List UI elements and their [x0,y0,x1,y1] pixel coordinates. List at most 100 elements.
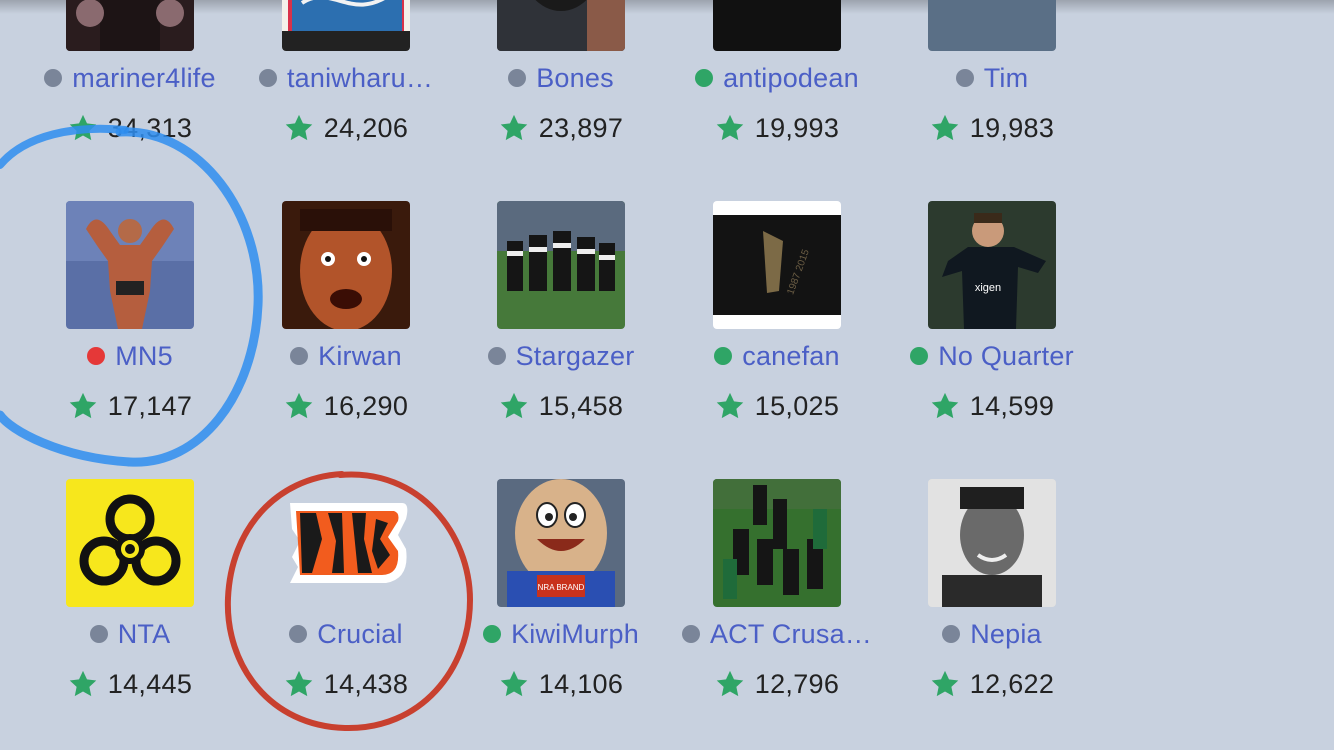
status-busy-dot [87,347,106,365]
star-icon [69,392,97,419]
username-link[interactable]: No Quarter [938,341,1074,372]
username-link[interactable]: MN5 [115,341,173,372]
user-card: Nepia 12,622 [884,479,1100,737]
user-name-row: taniwharu… [238,61,454,95]
status-offline-dot [89,625,108,643]
reputation-value: 14,438 [323,668,409,699]
user-name-row: Stargazer [453,339,669,373]
user-name-row: No Quarter [884,339,1100,373]
username-link[interactable]: ACT Crusa… [710,619,872,650]
reputation-value: 15,458 [538,390,624,421]
user-avatar[interactable] [66,201,194,329]
username-link[interactable]: mariner4life [72,63,215,94]
users-grid: mariner4life 34,313 taniwharu… 24,206 Bo… [0,0,1334,750]
user-card: Tim 19,983 [884,0,1100,181]
username-link[interactable]: Kirwan [318,341,402,372]
username-link[interactable]: Bones [536,63,614,94]
status-online-dot [483,625,502,643]
reputation-value: 12,622 [969,668,1055,699]
username-link[interactable]: antipodean [723,63,859,94]
user-avatar[interactable] [928,479,1056,607]
reputation-row: 23,897 [453,111,669,145]
reputation-value: 12,796 [754,668,840,699]
reputation-row: 12,796 [669,667,885,701]
user-card: xigen No Quarter 14,599 [884,201,1100,459]
egg-mascot-avatar: NRA BRAND [497,479,625,607]
star-icon [500,114,528,141]
screaming-face-avatar [282,201,410,329]
status-offline-dot [508,69,527,87]
user-avatar[interactable] [497,201,625,329]
reputation-row: 15,025 [669,389,885,423]
reputation-row: 19,983 [884,111,1100,145]
user-avatar[interactable] [282,201,410,329]
rugby-team-avatar [497,201,625,329]
user-avatar[interactable]: NRA BRAND [497,479,625,607]
user-name-row: Kirwan [238,339,454,373]
username-link[interactable]: Tim [984,63,1029,94]
star-icon [931,114,959,141]
username-link[interactable]: KiwiMurph [511,619,639,650]
username-link[interactable]: taniwharu… [287,63,433,94]
vintage-portrait-avatar [928,479,1056,607]
reputation-value: 14,445 [107,668,193,699]
reputation-row: 24,206 [238,111,454,145]
user-avatar[interactable] [282,0,410,51]
user-avatar[interactable]: xigen [928,201,1056,329]
reputation-row: 34,313 [22,111,238,145]
user-avatar[interactable] [713,479,841,607]
username-link[interactable]: Nepia [970,619,1042,650]
user-avatar[interactable] [282,479,410,607]
reputation-value: 15,025 [754,390,840,421]
user-card: Kirwan 16,290 [238,201,454,459]
status-online-dot [695,69,714,87]
star-icon [285,114,313,141]
user-name-row: ACT Crusa… [669,617,885,651]
reputation-value: 23,897 [538,112,624,143]
user-avatar[interactable] [66,0,194,51]
cricketer-avatar: xigen [928,201,1056,329]
star-icon [500,670,528,697]
status-offline-dot [44,69,63,87]
reputation-row: 15,458 [453,389,669,423]
status-offline-dot [290,347,309,365]
status-offline-dot [258,69,277,87]
user-card: Crucial 14,438 [238,479,454,737]
user-card: taniwharu… 24,206 [238,0,454,181]
username-link[interactable]: Crucial [317,619,402,650]
status-offline-dot [942,625,961,643]
user-name-row: Nepia [884,617,1100,651]
reputation-value: 16,290 [323,390,409,421]
user-avatar[interactable]: 1987 2015 [713,201,841,329]
reputation-value: 24,206 [323,112,409,143]
user-name-row: NTA [22,617,238,651]
user-avatar[interactable] [66,479,194,607]
user-card: ACT Crusa… 12,796 [669,479,885,737]
username-link[interactable]: canefan [742,341,839,372]
star-icon [716,392,744,419]
reputation-value: 19,993 [754,112,840,143]
username-link[interactable]: NTA [118,619,171,650]
reputation-row: 14,445 [22,667,238,701]
star-icon [716,114,744,141]
reputation-row: 16,290 [238,389,454,423]
username-link[interactable]: Stargazer [516,341,635,372]
user-name-row: canefan [669,339,885,373]
bald-man-avatar [928,0,1056,51]
user-name-row: antipodean [669,61,885,95]
reputation-row: 14,599 [884,389,1100,423]
user-name-row: Crucial [238,617,454,651]
reputation-value: 17,147 [107,390,193,421]
user-avatar[interactable] [928,0,1056,51]
user-avatar[interactable] [497,0,625,51]
user-card: 1987 2015 canefan 15,025 [669,201,885,459]
user-avatar[interactable]: BOTH TEAMS HAVE FUN [713,0,841,51]
user-card: NTA 14,445 [22,479,238,737]
reputation-value: 14,106 [538,668,624,699]
star-icon [931,392,959,419]
both-teams-have-fun-avatar: BOTH TEAMS HAVE FUN [713,0,841,51]
reputation-value: 14,599 [969,390,1055,421]
user-card: Stargazer 15,458 [453,201,669,459]
reputation-row: 17,147 [22,389,238,423]
user-name-row: MN5 [22,339,238,373]
